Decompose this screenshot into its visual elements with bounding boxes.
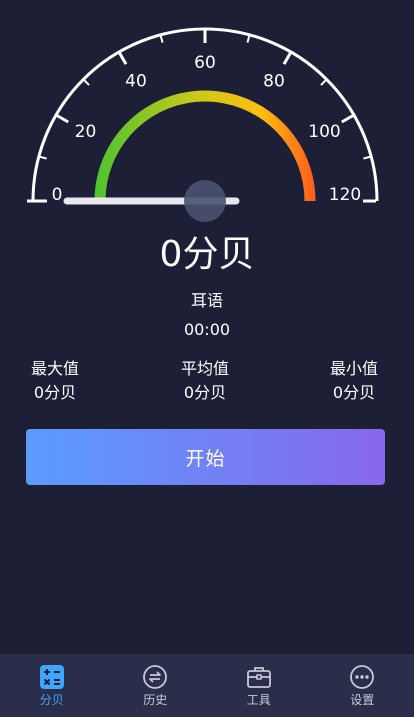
stat-min-label: 最小值	[329, 359, 378, 378]
tab-history[interactable]: 历史	[104, 654, 208, 717]
gauge-scale-label: 20	[75, 122, 97, 142]
gauge-scale-label: 120	[329, 185, 361, 205]
tab-tools-label: 工具	[246, 693, 271, 707]
gauge-tick	[118, 52, 128, 65]
tab-settings[interactable]: 设置	[311, 654, 414, 717]
gauge-tick	[363, 155, 371, 160]
stat-min: 最小值 0分贝	[299, 358, 409, 404]
elapsed-timer: 00:00	[183, 320, 231, 339]
stat-min-value: 0分贝	[332, 383, 376, 402]
gauge-tick	[159, 35, 164, 43]
gauge-scale-label: 0	[52, 185, 63, 205]
history-icon	[143, 665, 168, 689]
toolbox-icon	[246, 667, 271, 688]
stat-max: 最大值 0分贝	[0, 358, 110, 404]
more-icon	[350, 665, 375, 689]
tab-decibel[interactable]: 分贝	[0, 654, 104, 717]
gauge-hub	[184, 180, 226, 222]
stat-max-value: 0分贝	[33, 383, 77, 402]
tab-history-label: 历史	[143, 693, 168, 707]
gauge-tick	[320, 79, 327, 86]
tab-tools[interactable]: 工具	[207, 654, 311, 717]
start-button[interactable]: 开始	[26, 429, 385, 485]
gauge-tick	[56, 114, 69, 124]
gauge-scale-label: 40	[125, 71, 147, 91]
gauge-tick	[341, 114, 354, 124]
tab-settings-label: 设置	[350, 693, 375, 707]
gauge-scale-label: 100	[308, 122, 340, 142]
gauge-tick	[39, 155, 47, 160]
noise-level-name: 耳语	[190, 291, 223, 310]
gauge-tick	[246, 35, 251, 43]
stat-average-value: 0分贝	[183, 383, 227, 402]
stat-max-label: 最大值	[30, 359, 79, 378]
stat-average: 平均值 0分贝	[150, 358, 260, 404]
calculator-icon	[39, 665, 64, 689]
gauge-scale-label: 80	[263, 71, 285, 91]
decibel-gauge: 0 20 40 60 80 100 120	[27, 27, 379, 222]
bottom-tab-bar: 分贝 历史 工具 设置	[0, 654, 414, 717]
gauge-tick	[83, 79, 90, 86]
gauge-scale-label: 60	[194, 53, 216, 73]
stat-average-label: 平均值	[180, 359, 229, 378]
tab-decibel-label: 分贝	[39, 693, 64, 707]
decibel-reading: 0分贝	[159, 234, 255, 275]
gauge-tick	[282, 52, 292, 65]
